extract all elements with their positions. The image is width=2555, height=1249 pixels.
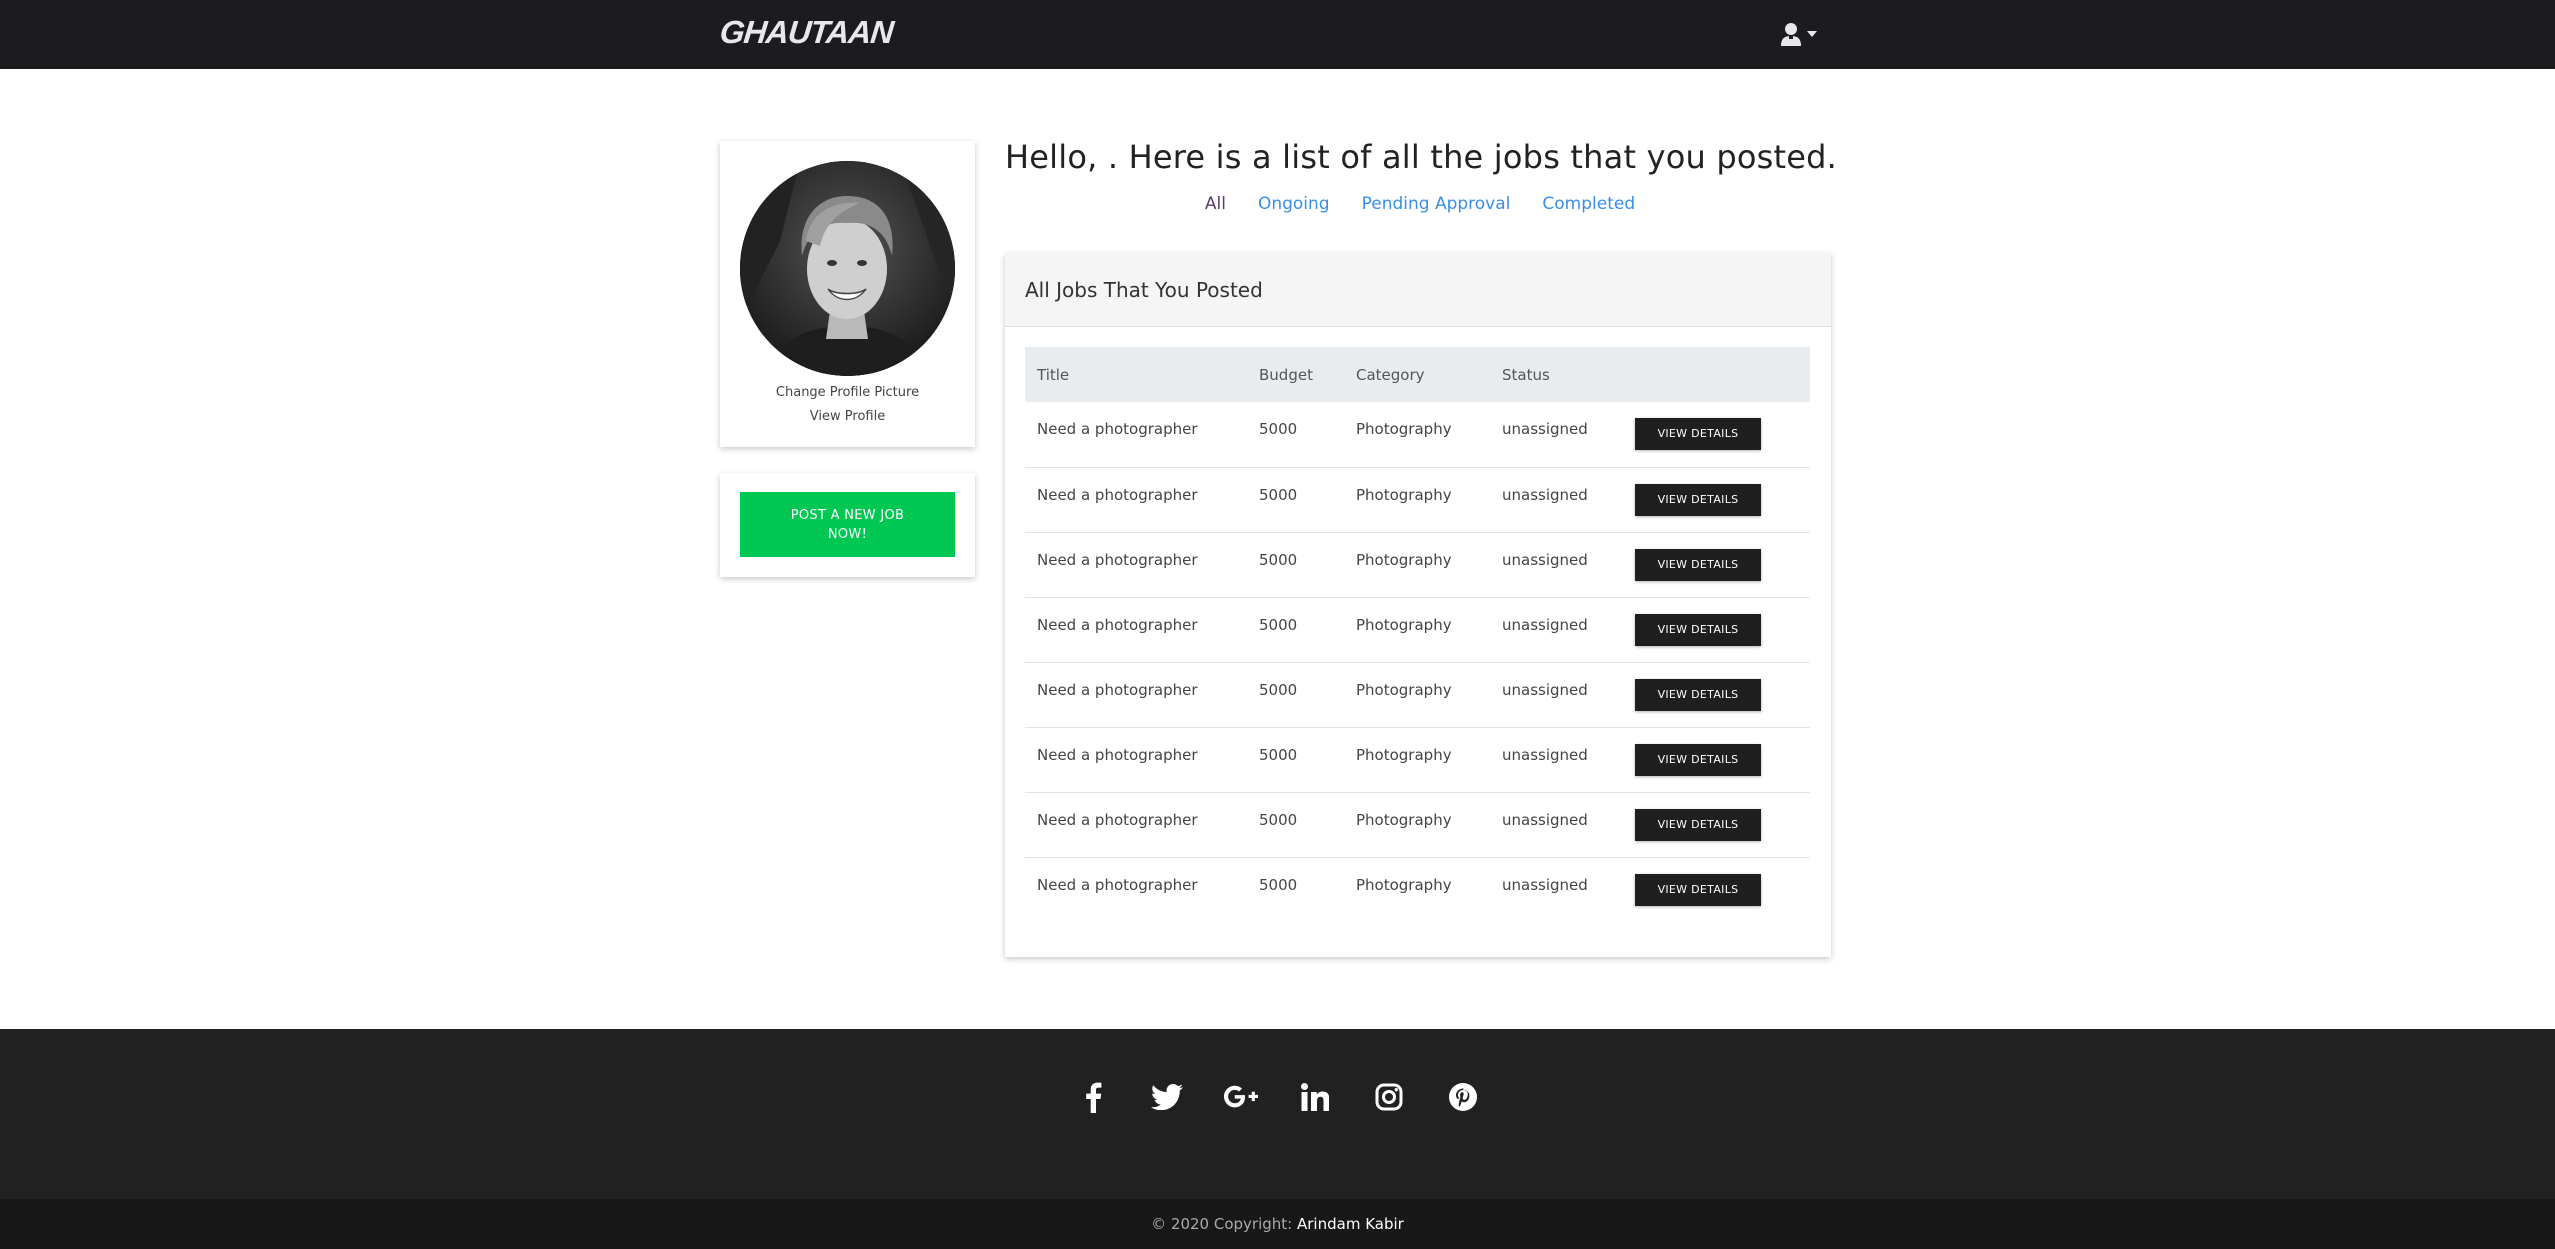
job-title: Need a photographer xyxy=(1037,615,1198,634)
table-row: Need a photographer 5000 Photography una… xyxy=(1025,402,1810,467)
view-details-button[interactable]: VIEW DETAILS xyxy=(1635,743,1761,776)
job-category: Photography xyxy=(1356,680,1452,699)
view-details-button[interactable]: VIEW DETAILS xyxy=(1635,548,1761,581)
job-status: unassigned xyxy=(1502,485,1588,504)
copyright-owner-link[interactable]: Arindam Kabir xyxy=(1297,1215,1404,1233)
instagram-icon[interactable] xyxy=(1372,1080,1406,1114)
pinterest-icon[interactable] xyxy=(1446,1080,1480,1114)
job-title: Need a photographer xyxy=(1037,420,1198,438)
jobs-card: All Jobs That You Posted Title Budget Ca… xyxy=(1005,253,1831,957)
table-row: Need a photographer 5000 Photography una… xyxy=(1025,792,1810,857)
tab-pending-approval[interactable]: Pending Approval xyxy=(1362,194,1511,214)
post-new-job-label: POST A NEW JOB NOW! xyxy=(790,508,905,542)
job-budget: 5000 xyxy=(1259,680,1298,699)
job-category: Photography xyxy=(1356,810,1452,829)
user-icon xyxy=(1780,22,1802,46)
view-details-button[interactable]: VIEW DETAILS xyxy=(1635,613,1761,646)
job-title: Need a photographer xyxy=(1037,680,1198,699)
twitter-icon[interactable] xyxy=(1150,1080,1184,1114)
post-job-card: POST A NEW JOB NOW! xyxy=(720,473,975,577)
job-budget: 5000 xyxy=(1259,745,1298,764)
job-status: unassigned xyxy=(1502,680,1588,699)
table-row: Need a photographer 5000 Photography una… xyxy=(1025,662,1810,727)
profile-card: Change Profile Picture View Profile xyxy=(720,141,975,447)
top-navbar: GHAUTAAN xyxy=(0,0,2555,69)
job-category: Photography xyxy=(1356,485,1452,504)
column-header-category: Category xyxy=(1356,365,1425,384)
job-category: Photography xyxy=(1356,745,1452,764)
job-budget: 5000 xyxy=(1259,615,1298,634)
view-details-button[interactable]: VIEW DETAILS xyxy=(1635,418,1761,450)
job-budget: 5000 xyxy=(1259,550,1298,569)
page-greeting: Hello, . Here is a list of all the jobs … xyxy=(1005,138,1838,176)
table-row: Need a photographer 5000 Photography una… xyxy=(1025,727,1810,792)
caret-down-icon xyxy=(1807,31,1817,37)
tab-ongoing[interactable]: Ongoing xyxy=(1258,194,1330,214)
job-category: Photography xyxy=(1356,420,1452,438)
job-budget: 5000 xyxy=(1259,485,1298,504)
view-profile-link[interactable]: View Profile xyxy=(720,409,975,424)
job-budget: 5000 xyxy=(1259,420,1298,438)
job-status: unassigned xyxy=(1502,615,1588,634)
tab-completed[interactable]: Completed xyxy=(1542,194,1635,214)
change-profile-picture-link[interactable]: Change Profile Picture xyxy=(720,385,975,400)
profile-avatar xyxy=(740,161,955,376)
column-header-title: Title xyxy=(1037,365,1070,384)
job-title: Need a photographer xyxy=(1037,550,1198,569)
view-details-button[interactable]: VIEW DETAILS xyxy=(1635,678,1761,711)
view-details-button[interactable]: VIEW DETAILS xyxy=(1635,483,1761,516)
google-plus-icon[interactable] xyxy=(1223,1080,1258,1114)
view-details-button[interactable]: VIEW DETAILS xyxy=(1635,808,1761,841)
job-title: Need a photographer xyxy=(1037,875,1198,894)
table-row: Need a photographer 5000 Photography una… xyxy=(1025,597,1810,662)
job-category: Photography xyxy=(1356,875,1452,894)
job-budget: 5000 xyxy=(1259,875,1298,894)
facebook-icon[interactable] xyxy=(1076,1080,1110,1114)
job-title: Need a photographer xyxy=(1037,810,1198,829)
table-row: Need a photographer 5000 Photography una… xyxy=(1025,532,1810,597)
social-links xyxy=(0,1080,2555,1140)
job-status: unassigned xyxy=(1502,875,1588,894)
column-header-actions xyxy=(1623,347,1810,402)
tab-all[interactable]: All xyxy=(1205,194,1226,214)
job-filter-tabs: All Ongoing Pending Approval Completed xyxy=(1005,194,1835,214)
post-new-job-button[interactable]: POST A NEW JOB NOW! xyxy=(740,492,955,557)
job-title: Need a photographer xyxy=(1037,485,1198,504)
job-status: unassigned xyxy=(1502,810,1588,829)
linkedin-icon[interactable] xyxy=(1298,1080,1332,1114)
job-title: Need a photographer xyxy=(1037,745,1198,764)
job-status: unassigned xyxy=(1502,745,1588,764)
brand-logo[interactable]: GHAUTAAN xyxy=(718,14,895,51)
table-row: Need a photographer 5000 Photography una… xyxy=(1025,857,1810,922)
jobs-card-title: All Jobs That You Posted xyxy=(1005,253,1831,327)
copyright-text: © 2020 Copyright: xyxy=(1151,1215,1293,1233)
job-status: unassigned xyxy=(1502,420,1588,438)
job-status: unassigned xyxy=(1502,550,1588,569)
user-menu-dropdown[interactable] xyxy=(1780,18,1824,50)
job-budget: 5000 xyxy=(1259,810,1298,829)
table-header-row: Title Budget Category Status xyxy=(1025,347,1810,402)
column-header-status: Status xyxy=(1502,365,1550,384)
table-row: Need a photographer 5000 Photography una… xyxy=(1025,467,1810,532)
view-details-button[interactable]: VIEW DETAILS xyxy=(1635,873,1761,906)
job-category: Photography xyxy=(1356,615,1452,634)
job-category: Photography xyxy=(1356,550,1452,569)
jobs-table: Title Budget Category Status Need a phot… xyxy=(1025,347,1810,922)
column-header-budget: Budget xyxy=(1259,365,1313,384)
copyright-bar: © 2020 Copyright: Arindam Kabir xyxy=(0,1199,2555,1249)
